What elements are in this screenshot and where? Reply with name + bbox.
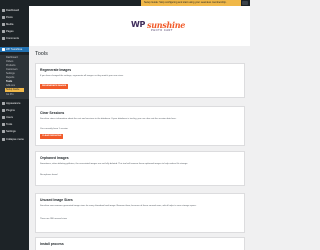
clear-sessions-button[interactable]: CLEAR SESSIONS (40, 134, 64, 139)
unused-sizes-status: There are 380 unused sizes (40, 218, 68, 220)
sidebar-item-tools[interactable]: Tools (0, 122, 29, 127)
card-description: Sunshine stores information about the ca… (40, 118, 177, 120)
dashboard-icon (2, 9, 5, 12)
regenerate-images-button[interactable]: REGENERATE IMAGES (40, 84, 69, 89)
sidebar-item-posts[interactable]: Posts (0, 15, 29, 20)
plug-icon (2, 109, 5, 112)
pin-icon (2, 16, 5, 19)
settings-icon (2, 130, 5, 133)
sidebar-item-sunshine[interactable]: WP Sunshine (0, 47, 29, 52)
admin-sidebar: Dashboard Posts Media Pages Comments WP … (0, 6, 29, 250)
clear-sessions-card: Clear Sessions Sunshine stores informati… (35, 106, 245, 146)
card-description: Sunshine now removes generated image siz… (40, 205, 197, 207)
wrench-icon (2, 123, 5, 126)
sidebar-item-pages[interactable]: Pages (0, 29, 29, 34)
sunshine-header: WP sunshine PHOTO CART (29, 6, 250, 46)
card-title: Unused Image Sizes (40, 198, 73, 202)
logo-wp: WP (131, 20, 146, 29)
card-description: Sometimes, when deleting galleries, the … (40, 163, 188, 165)
page-icon (2, 30, 5, 33)
regenerate-images-card: Regenerate Images If you have changed th… (35, 63, 245, 98)
submenu-setup-guide[interactable]: Setup Guide (5, 88, 24, 92)
sidebar-item-dashboard[interactable]: Dashboard (0, 8, 29, 13)
sun-icon (2, 48, 5, 51)
card-title: Regenerate Images (40, 68, 72, 72)
sidebar-item-plugins[interactable]: Plugins (0, 108, 29, 113)
session-count: You currently have 1 session (40, 128, 68, 130)
sidebar-item-settings[interactable]: Settings (0, 129, 29, 134)
sidebar-collapse-menu[interactable]: Collapse menu (0, 137, 29, 142)
submenu-go-pro[interactable]: Go Pro (6, 93, 28, 97)
user-icon (2, 116, 5, 119)
card-title: Clear Sessions (40, 111, 65, 115)
sidebar-item-comments[interactable]: Comments (0, 36, 29, 41)
media-icon (2, 23, 5, 26)
sunshine-logo: WP sunshine PHOTO CART (131, 20, 189, 34)
sidebar-item-users[interactable]: Users (0, 115, 29, 120)
comment-icon (2, 37, 5, 40)
logo-tagline: PHOTO CART (151, 29, 173, 32)
sidebar-item-appearance[interactable]: Appearance (0, 101, 29, 106)
sidebar-item-media[interactable]: Media (0, 22, 29, 27)
user-avatar-icon[interactable] (242, 1, 248, 5)
sunshine-submenu: Dashboard Orders Products Customers Sett… (0, 55, 29, 99)
card-title: Install process (40, 242, 64, 246)
brush-icon (2, 102, 5, 105)
orphan-status: No orphans found (40, 174, 58, 176)
collapse-icon (2, 138, 5, 141)
unused-image-sizes-card: Unused Image Sizes Sunshine now removes … (35, 193, 245, 233)
install-process-card: Install process (35, 237, 245, 250)
page-title: Tools (35, 51, 48, 57)
card-description: If you have changed the settings, regene… (40, 75, 124, 77)
orphaned-images-card: Orphaned Images Sometimes, when deleting… (35, 151, 245, 186)
card-title: Orphaned Images (40, 156, 69, 160)
